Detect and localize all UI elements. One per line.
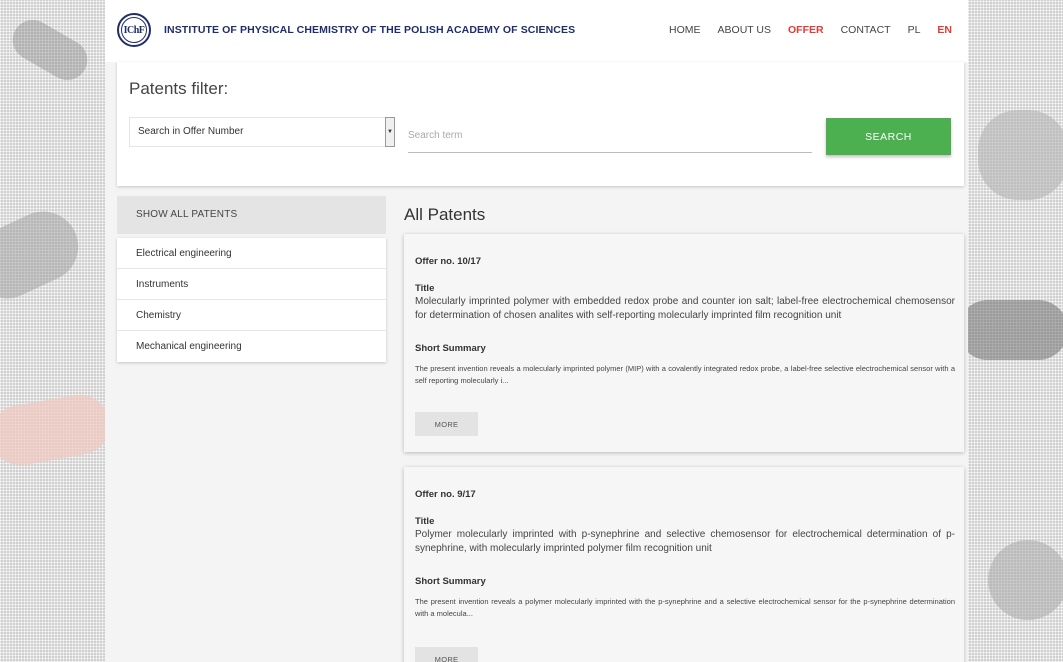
search-button[interactable]: SEARCH bbox=[826, 118, 951, 155]
offer-number: Offer no. 9/17 bbox=[415, 489, 476, 500]
patent-card: Offer no. 10/17 Title Molecularly imprin… bbox=[404, 234, 964, 452]
category-label: Instruments bbox=[136, 279, 189, 290]
patents-filter-panel: Patents filter: Search in Offer Number ▼… bbox=[117, 62, 964, 186]
nav-lang-pl[interactable]: PL bbox=[908, 24, 921, 36]
search-field-select[interactable]: Search in Offer Number ▼ bbox=[129, 117, 395, 147]
title-label: Title bbox=[415, 283, 435, 294]
background-photo-left bbox=[0, 0, 115, 662]
nav-offer[interactable]: OFFER bbox=[788, 24, 824, 36]
background-glass-shape bbox=[988, 540, 1063, 620]
category-label: Electrical engineering bbox=[136, 248, 232, 259]
main-nav: HOME ABOUT US OFFER CONTACT PL EN bbox=[652, 24, 952, 36]
search-input[interactable] bbox=[408, 122, 812, 153]
show-all-label: SHOW ALL PATENTS bbox=[136, 209, 238, 220]
offer-number: Offer no. 10/17 bbox=[415, 256, 481, 267]
patent-summary: The present invention reveals a molecula… bbox=[415, 364, 955, 385]
category-item-instruments[interactable]: Instruments bbox=[117, 269, 386, 300]
select-value: Search in Offer Number bbox=[138, 126, 244, 137]
background-foil-shape bbox=[978, 110, 1063, 200]
patent-title: Molecularly imprinted polymer with embed… bbox=[415, 296, 955, 321]
category-label: Chemistry bbox=[136, 310, 182, 321]
patent-title: Polymer molecularly imprinted with p-syn… bbox=[415, 529, 955, 554]
more-button[interactable]: MORE bbox=[415, 412, 478, 436]
category-item-chemistry[interactable]: Chemistry bbox=[117, 300, 386, 331]
background-tube-shape bbox=[958, 300, 1063, 360]
title-label: Title bbox=[415, 516, 435, 527]
nav-about-us[interactable]: ABOUT US bbox=[718, 24, 771, 36]
page-container: IChF INSTITUTE OF PHYSICAL CHEMISTRY OF … bbox=[105, 0, 968, 662]
site-header: IChF INSTITUTE OF PHYSICAL CHEMISTRY OF … bbox=[105, 0, 968, 62]
category-item-electrical-engineering[interactable]: Electrical engineering bbox=[117, 238, 386, 269]
summary-label: Short Summary bbox=[415, 343, 486, 354]
dropdown-arrow-icon[interactable]: ▼ bbox=[385, 117, 395, 147]
category-list: Electrical engineering Instruments Chemi… bbox=[117, 238, 386, 362]
all-patents-heading: All Patents bbox=[404, 205, 486, 224]
background-tube-shape bbox=[0, 200, 90, 310]
nav-lang-en[interactable]: EN bbox=[937, 24, 952, 36]
nav-home[interactable]: HOME bbox=[669, 24, 701, 36]
category-item-mechanical-engineering[interactable]: Mechanical engineering bbox=[117, 331, 386, 362]
show-all-patents-button[interactable]: SHOW ALL PATENTS bbox=[117, 196, 386, 234]
category-label: Mechanical engineering bbox=[136, 341, 242, 352]
nav-contact[interactable]: CONTACT bbox=[841, 24, 891, 36]
patent-summary: The present invention reveals a polymer … bbox=[415, 597, 955, 618]
patent-card: Offer no. 9/17 Title Polymer molecularly… bbox=[404, 467, 964, 662]
logo-text: IChF bbox=[121, 17, 147, 43]
filter-title: Patents filter: bbox=[129, 79, 229, 98]
background-hand-shape bbox=[0, 390, 115, 470]
ichf-logo[interactable]: IChF bbox=[117, 13, 151, 47]
background-photo-right bbox=[958, 0, 1063, 662]
summary-label: Short Summary bbox=[415, 576, 486, 587]
background-clamp-shape bbox=[5, 12, 95, 88]
more-button[interactable]: MORE bbox=[415, 647, 478, 662]
institute-name[interactable]: INSTITUTE OF PHYSICAL CHEMISTRY OF THE P… bbox=[164, 24, 575, 36]
